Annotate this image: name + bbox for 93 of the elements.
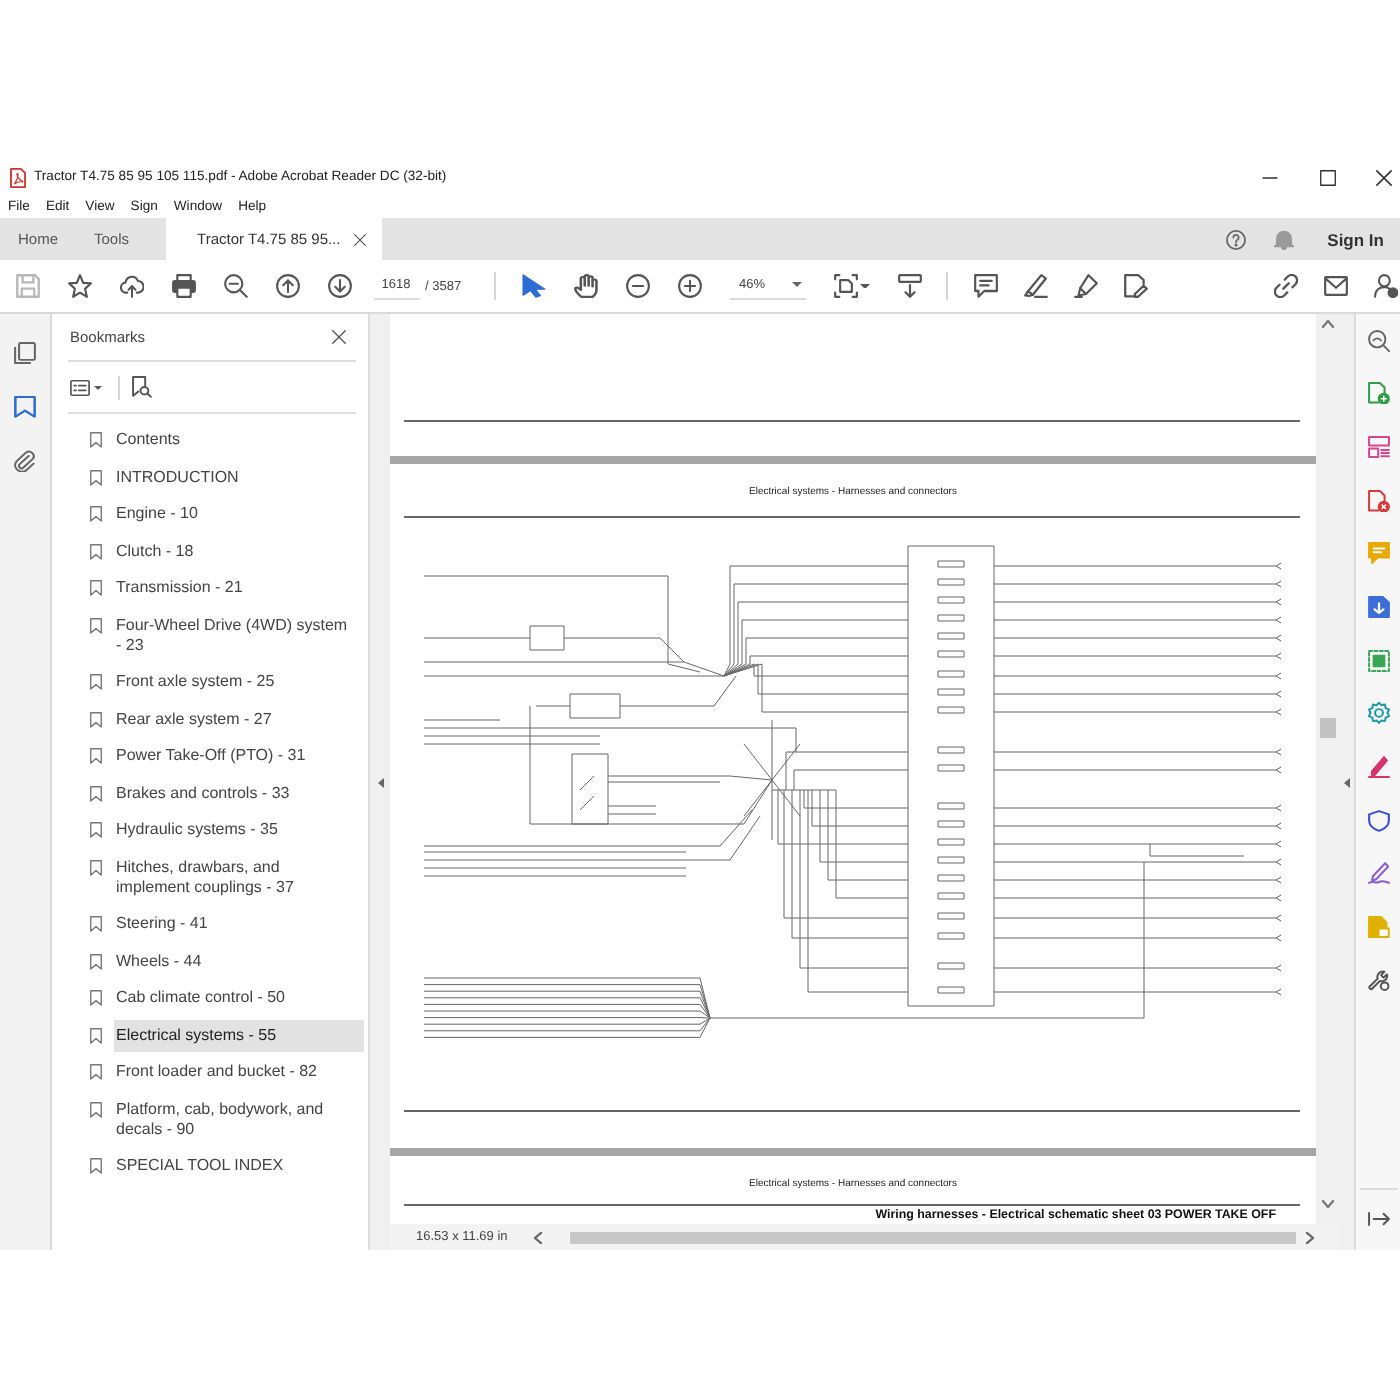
bookmark-item[interactable]: SPECIAL TOOL INDEX [114, 1150, 364, 1182]
cursor-icon[interactable] [521, 274, 545, 298]
search-icon[interactable] [1367, 329, 1389, 351]
zoom-in-icon[interactable] [677, 274, 701, 298]
link-icon[interactable] [1274, 274, 1298, 298]
caret-down-icon[interactable] [791, 282, 801, 288]
layout-icon[interactable] [1367, 435, 1389, 458]
help-icon[interactable] [1225, 229, 1246, 249]
pen-icon[interactable] [1074, 274, 1098, 298]
paperclip-icon[interactable] [14, 450, 36, 472]
pages-icon[interactable] [14, 342, 36, 364]
bookmark-item[interactable]: Contents [114, 424, 364, 456]
page-edit-icon[interactable] [1124, 274, 1148, 298]
minimize-icon[interactable] [1262, 175, 1278, 179]
scrollbar-thumb[interactable] [1320, 718, 1336, 738]
highlighter-icon[interactable] [1024, 274, 1048, 298]
maximize-icon[interactable] [1319, 169, 1335, 185]
bookmark-icon [90, 580, 102, 596]
caret-left-icon[interactable] [1344, 777, 1350, 787]
gear-icon[interactable] [1367, 702, 1389, 725]
pen-icon[interactable] [1367, 756, 1389, 778]
bookmark-icon [90, 1064, 102, 1080]
bookmark-item[interactable]: Front loader and bucket - 82 [114, 1056, 364, 1088]
zoom-out-icon[interactable] [625, 274, 649, 298]
fit-page-icon[interactable] [833, 274, 857, 298]
star-icon[interactable] [67, 274, 91, 298]
bookmark-icon [90, 469, 102, 485]
bookmark-icon [90, 990, 102, 1006]
chevron-left-icon[interactable] [534, 1231, 542, 1243]
bookmark-icon [90, 432, 102, 448]
bookmark-icon [90, 674, 102, 690]
scroll-mode-icon[interactable] [898, 274, 922, 298]
signature-icon[interactable] [1367, 862, 1389, 885]
chevron-up-icon[interactable] [1322, 320, 1334, 328]
expand-icon[interactable] [1367, 1212, 1389, 1226]
bookmark-icon [90, 916, 102, 932]
close-icon[interactable] [354, 233, 367, 245]
bookmark-item[interactable]: Front axle system - 25 [114, 666, 364, 698]
chevron-down-icon[interactable] [1322, 1200, 1334, 1208]
bookmark-item[interactable]: Brakes and controls - 33 [114, 777, 364, 809]
bookmark-item[interactable]: Wheels - 44 [114, 945, 364, 977]
wrench-icon[interactable] [1367, 969, 1389, 992]
bookmark-icon [90, 1158, 102, 1174]
pdf-file-icon [10, 167, 26, 187]
bookmark-icon [90, 617, 102, 633]
bookmark-item[interactable]: Transmission - 21 [114, 572, 364, 604]
bookmark-search-icon[interactable] [132, 376, 152, 398]
mail-icon[interactable] [1324, 276, 1348, 296]
bookmark-item[interactable]: Four-Wheel Drive (4WD) system - 23 [114, 609, 364, 661]
bookmark-icon [90, 859, 102, 875]
bookmark-icon [90, 785, 102, 801]
caret-down-icon[interactable] [94, 385, 102, 389]
chevron-right-icon[interactable] [1306, 1231, 1314, 1243]
page-plus-icon[interactable] [1367, 382, 1389, 405]
hand-icon[interactable] [573, 274, 597, 298]
printer-icon[interactable] [171, 274, 195, 298]
bookmark-icon [90, 543, 102, 559]
bookmark-icon [90, 822, 102, 838]
caret-down-icon[interactable] [860, 283, 870, 289]
bookmark-item[interactable]: Cab climate control - 50 [114, 982, 364, 1014]
close-icon[interactable] [332, 330, 346, 344]
scrollbar-thumb[interactable] [570, 1231, 1296, 1243]
page-remove-icon[interactable] [1367, 489, 1389, 512]
bookmark-icon[interactable] [14, 396, 36, 418]
bookmark-icon [90, 748, 102, 764]
arrow-down-icon[interactable] [327, 274, 351, 298]
shield-icon[interactable] [1367, 809, 1389, 832]
caret-left-icon[interactable] [377, 777, 383, 787]
bookmark-item[interactable]: Hitches, drawbars, and implement couplings - 37 [114, 851, 364, 903]
sign-in-button[interactable]: Sign In [1327, 229, 1384, 249]
bookmark-icon [90, 711, 102, 727]
bookmark-item[interactable]: Rear axle system - 27 [114, 703, 364, 735]
list-options-icon[interactable] [70, 379, 90, 395]
bookmark-item[interactable]: Electrical systems - 55 [114, 1019, 364, 1051]
close-icon[interactable] [1376, 169, 1392, 185]
bookmark-icon [90, 953, 102, 969]
bookmark-item[interactable]: Power Take-Off (PTO) - 31 [114, 740, 364, 772]
bookmark-item[interactable]: INTRODUCTION [114, 461, 364, 493]
bookmark-icon [90, 1027, 102, 1043]
bookmark-item[interactable]: Clutch - 18 [114, 535, 364, 567]
cloud-upload-icon[interactable] [119, 274, 143, 298]
bookmark-item[interactable]: Steering - 41 [114, 908, 364, 940]
user-icon[interactable] [1374, 274, 1398, 298]
bookmark-icon [90, 506, 102, 522]
comment-icon[interactable] [974, 274, 998, 298]
bookmark-item[interactable]: Platform, cab, bodywork, and decals - 90 [114, 1093, 364, 1145]
bookmark-item[interactable]: Hydraulic systems - 35 [114, 814, 364, 846]
zoom-out-icon[interactable] [223, 274, 247, 298]
bookmark-icon [90, 1101, 102, 1117]
arrow-up-icon[interactable] [275, 274, 299, 298]
compress-icon[interactable] [1367, 649, 1389, 672]
page-export-icon[interactable] [1367, 595, 1389, 618]
bookmark-item[interactable]: Engine - 10 [114, 498, 364, 530]
